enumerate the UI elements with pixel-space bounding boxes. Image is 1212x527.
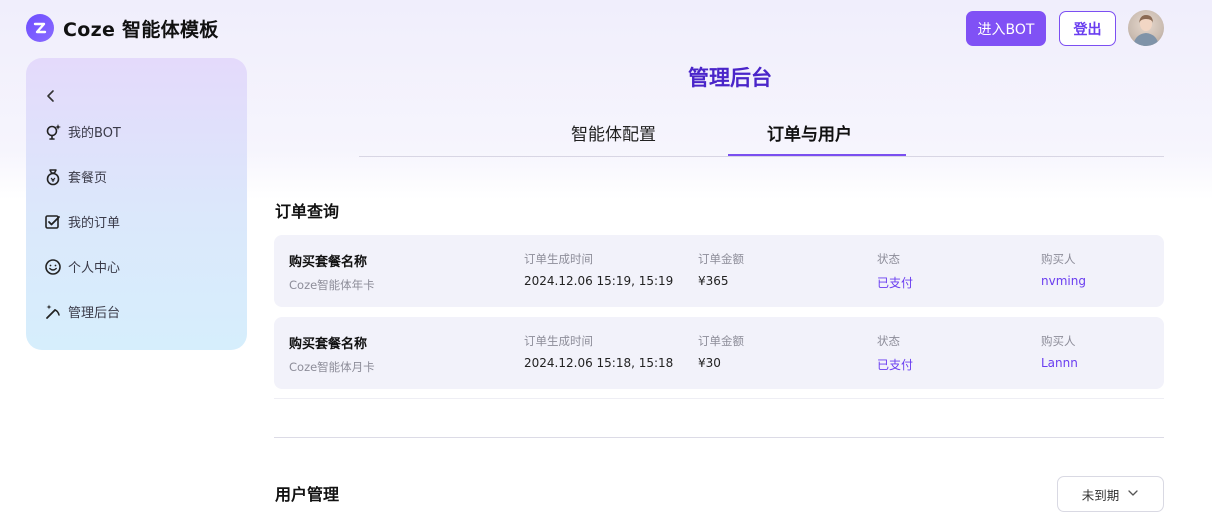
app-title: Coze 智能体模板 [63,18,219,41]
buyer-value: nvming [1041,274,1086,288]
sidebar-item-label: 我的BOT [68,126,121,141]
order-buyer-cell: 购买人 nvming [1041,251,1086,288]
amount-label: 订单金额 [698,252,744,266]
plan-label: 购买套餐名称 [289,255,368,270]
orders-section-title: 订单查询 [275,202,340,221]
status-label: 状态 [877,252,900,266]
users-section-title: 用户管理 [275,485,340,504]
amount-value: ¥365 [698,274,729,288]
amount-label: 订单金额 [698,334,744,348]
active-tab-indicator [728,154,906,156]
sidebar-item-profile[interactable]: 个人中心 [44,257,120,276]
orders-list-end [274,398,1164,399]
magic-wand-icon [44,303,62,321]
buyer-label: 购买人 [1041,252,1076,266]
order-plan-cell: 购买套餐名称 Coze智能体月卡 [289,333,375,375]
sidebar-item-admin[interactable]: 管理后台 [44,302,120,321]
plan-value: Coze智能体月卡 [289,360,375,374]
app-logo[interactable]: Coze 智能体模板 [26,14,219,42]
back-chevron-icon[interactable] [44,88,58,107]
time-label: 订单生成时间 [524,334,593,348]
tab-orders-users[interactable]: 订单与用户 [767,120,852,145]
order-plan-cell: 购买套餐名称 Coze智能体年卡 [289,251,375,293]
bulb-sparkle-icon [44,123,62,141]
time-value: 2024.12.06 15:18, 15:18 [524,356,674,370]
sidebar-item-label: 我的订单 [68,216,121,231]
tab-agent-config[interactable]: 智能体配置 [571,120,656,145]
sidebar-item-my-bot[interactable]: 我的BOT [44,122,121,141]
sidebar: 我的BOT 套餐页 我的订单 个人中心 管理后台 [26,58,247,350]
sidebar-item-my-orders[interactable]: 我的订单 [44,212,120,231]
filter-selected-value: 未到期 [1081,487,1120,503]
user-status-filter[interactable]: 未到期 [1057,476,1164,512]
smile-icon [44,258,62,276]
order-status-cell: 状态 已支付 [877,333,913,373]
order-time-cell: 订单生成时间 2024.12.06 15:18, 15:18 [524,333,673,370]
time-value: 2024.12.06 15:19, 15:19 [524,274,674,288]
status-badge: 已支付 [877,358,914,372]
chevron-down-icon [1127,487,1139,502]
buyer-value: Lannn [1041,356,1078,370]
order-amount-cell: 订单金额 ¥365 [698,251,744,288]
order-time-cell: 订单生成时间 2024.12.06 15:19, 15:19 [524,251,673,288]
status-badge: 已支付 [877,276,914,290]
sidebar-item-label: 个人中心 [68,261,121,276]
sidebar-item-label: 套餐页 [68,171,108,186]
tab-bar: 智能体配置 订单与用户 [359,120,1164,157]
buyer-label: 购买人 [1041,334,1076,348]
section-divider [274,437,1164,438]
sidebar-item-label: 管理后台 [68,306,121,321]
order-check-icon [44,213,62,231]
enter-bot-button[interactable]: 进入BOT [966,11,1046,46]
amount-value: ¥30 [698,356,721,370]
order-amount-cell: 订单金额 ¥30 [698,333,744,370]
user-avatar-icon [1133,15,1159,46]
order-buyer-cell: 购买人 Lannn [1041,333,1078,370]
status-label: 状态 [877,334,900,348]
logout-button[interactable]: 登出 [1059,11,1116,46]
time-label: 订单生成时间 [524,252,593,266]
plan-value: Coze智能体年卡 [289,278,375,292]
money-bag-icon [44,168,62,186]
plan-label: 购买套餐名称 [289,337,368,352]
sidebar-item-plans[interactable]: 套餐页 [44,167,107,186]
order-row[interactable]: 购买套餐名称 Coze智能体年卡 订单生成时间 2024.12.06 15:19… [274,235,1164,307]
order-status-cell: 状态 已支付 [877,251,913,291]
order-row[interactable]: 购买套餐名称 Coze智能体月卡 订单生成时间 2024.12.06 15:18… [274,317,1164,389]
coze-logo-icon [26,14,54,42]
avatar[interactable] [1128,10,1164,46]
page-title: 管理后台 [688,66,772,90]
